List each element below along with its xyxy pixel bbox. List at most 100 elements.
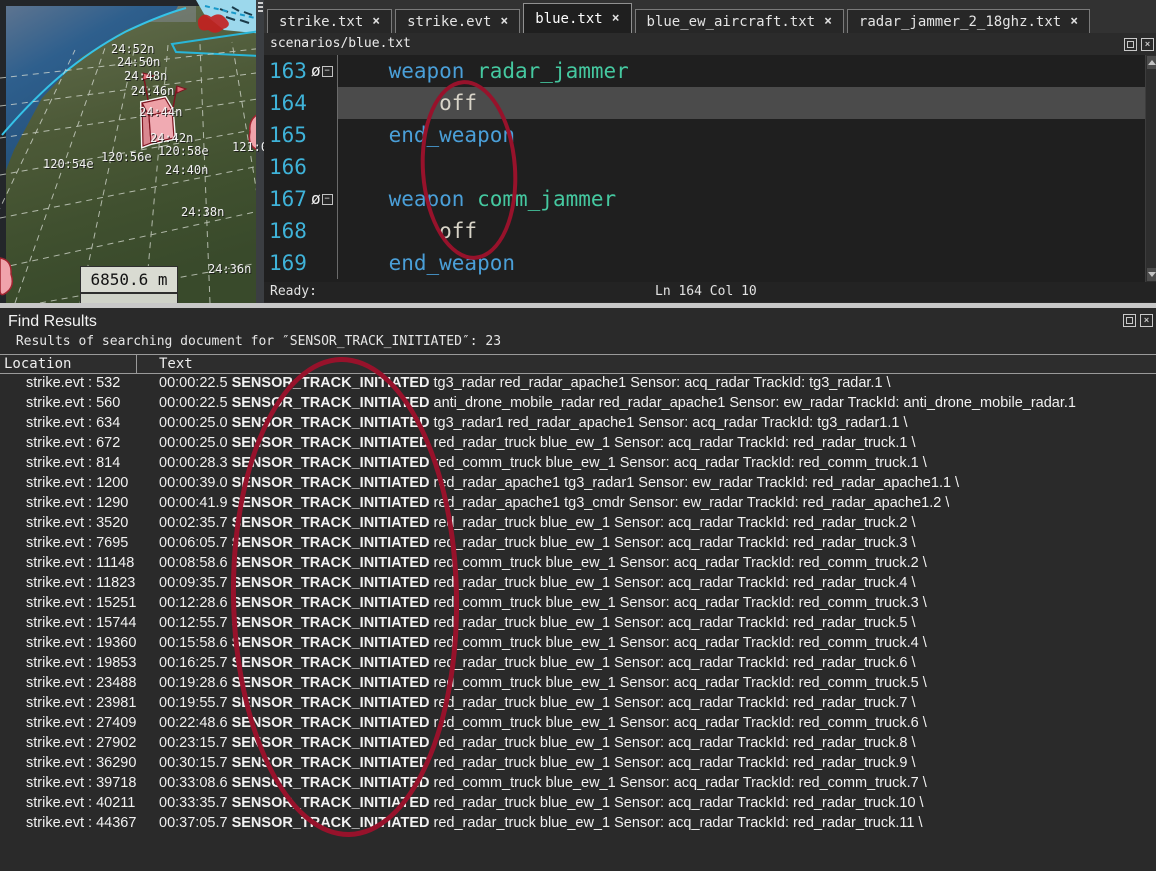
file-path: scenarios/blue.txt (270, 36, 411, 51)
tab-close-icon[interactable]: × (824, 14, 832, 29)
result-row[interactable]: strike.evt : 4021100:33:35.7 SENSOR_TRAC… (0, 795, 1156, 815)
result-text: 00:12:55.7 SENSOR_TRACK_INITIATED red_ra… (138, 615, 916, 635)
tab-strike.txt[interactable]: strike.txt × (267, 9, 392, 33)
tab-close-icon[interactable]: × (500, 14, 508, 29)
result-row[interactable]: strike.evt : 129000:00:41.9 SENSOR_TRACK… (0, 495, 1156, 515)
line-number: 164 (264, 87, 311, 119)
grid-label: 24:38n (181, 205, 224, 219)
column-header-text[interactable]: Text (137, 355, 193, 373)
result-row[interactable]: strike.evt : 352000:02:35.7 SENSOR_TRACK… (0, 515, 1156, 535)
fold-icon[interactable]: − (322, 66, 333, 77)
result-row[interactable]: strike.evt : 56000:00:22.5 SENSOR_TRACK_… (0, 395, 1156, 415)
result-row[interactable]: strike.evt : 3971800:33:08.6 SENSOR_TRAC… (0, 775, 1156, 795)
line-number: 165 (264, 119, 311, 151)
tab-close-icon[interactable]: × (372, 14, 380, 29)
hidden-region-icon[interactable]: ø (311, 191, 321, 207)
result-location: strike.evt : 532 (0, 375, 138, 395)
map-scale-value: 6850.6 m (90, 270, 167, 289)
results-rows: strike.evt : 53200:00:22.5 SENSOR_TRACK_… (0, 375, 1156, 835)
result-row[interactable]: strike.evt : 769500:06:05.7 SENSOR_TRACK… (0, 535, 1156, 555)
result-row[interactable]: strike.evt : 2790200:23:15.7 SENSOR_TRAC… (0, 735, 1156, 755)
result-text: 00:23:15.7 SENSOR_TRACK_INITIATED red_ra… (138, 735, 916, 755)
result-row[interactable]: strike.evt : 2348800:19:28.6 SENSOR_TRAC… (0, 675, 1156, 695)
result-location: strike.evt : 39718 (0, 775, 138, 795)
result-row[interactable]: strike.evt : 1182300:09:35.7 SENSOR_TRAC… (0, 575, 1156, 595)
close-panel-icon[interactable]: × (1141, 38, 1154, 51)
result-text: 00:00:22.5 SENSOR_TRACK_INITIATED anti_d… (138, 395, 1076, 415)
grid-label: 24:52n (111, 42, 154, 56)
line-text: end_weapon (338, 247, 1156, 279)
tab-label: strike.txt (279, 14, 363, 30)
column-header-location[interactable]: Location (0, 355, 137, 373)
status-ready: Ready: (270, 282, 317, 302)
tab-blue_ew_aircraft.txt[interactable]: blue_ew_aircraft.txt × (635, 9, 844, 33)
tab-label: blue_ew_aircraft.txt (647, 14, 816, 30)
result-row[interactable]: strike.evt : 53200:00:22.5 SENSOR_TRACK_… (0, 375, 1156, 395)
editor-scrollbar[interactable] (1145, 55, 1156, 282)
result-row[interactable]: strike.evt : 1574400:12:55.7 SENSOR_TRAC… (0, 615, 1156, 635)
line-number: 168 (264, 215, 311, 247)
code-line-164[interactable]: 164 off (264, 87, 1156, 119)
map-view[interactable]: 24:52n24:50n24:48n24:46n24:44n24:42n24:4… (0, 0, 264, 303)
grid-label: 24:50n (117, 55, 160, 69)
hidden-region-icon[interactable]: ø (311, 63, 321, 79)
line-number: 169 (264, 247, 311, 279)
file-path-bar: scenarios/blue.txt × (264, 33, 1156, 55)
result-row[interactable]: strike.evt : 1114800:08:58.6 SENSOR_TRAC… (0, 555, 1156, 575)
line-text: weapon radar_jammer (338, 55, 1156, 87)
map-scale-indicator: 6850.6 m (80, 266, 178, 293)
result-row[interactable]: strike.evt : 81400:00:28.3 SENSOR_TRACK_… (0, 455, 1156, 475)
result-row[interactable]: strike.evt : 2398100:19:55.7 SENSOR_TRAC… (0, 695, 1156, 715)
line-text: off (338, 87, 1156, 119)
tab-close-icon[interactable]: × (1070, 14, 1078, 29)
result-text: 00:06:05.7 SENSOR_TRACK_INITIATED red_ra… (138, 535, 916, 555)
map-scale-secondary (80, 293, 178, 303)
tab-radar_jammer_2_18ghz.txt[interactable]: radar_jammer_2_18ghz.txt× (847, 9, 1090, 33)
result-text: 00:19:55.7 SENSOR_TRACK_INITIATED red_ra… (138, 695, 916, 715)
result-row[interactable]: strike.evt : 67200:00:25.0 SENSOR_TRACK_… (0, 435, 1156, 455)
code-line-163[interactable]: 163ø− weapon radar_jammer (264, 55, 1156, 87)
line-gutter: 168 (264, 215, 338, 247)
application-window: 24:52n24:50n24:48n24:46n24:44n24:42n24:4… (0, 0, 1156, 871)
result-location: strike.evt : 19360 (0, 635, 138, 655)
code-line-166[interactable]: 166 (264, 151, 1156, 183)
result-row[interactable]: strike.evt : 2740900:22:48.6 SENSOR_TRAC… (0, 715, 1156, 735)
code-line-169[interactable]: 169 end_weapon (264, 247, 1156, 279)
code-area[interactable]: 163ø− weapon radar_jammer164 off165 end_… (264, 55, 1156, 282)
grid-label: 24:48n (124, 69, 167, 83)
result-text: 00:00:28.3 SENSOR_TRACK_INITIATED red_co… (138, 455, 927, 475)
scroll-up-icon[interactable] (1147, 56, 1156, 69)
tab-label: blue.txt (535, 11, 602, 27)
code-line-168[interactable]: 168 off (264, 215, 1156, 247)
result-text: 00:15:58.6 SENSOR_TRACK_INITIATED red_co… (138, 635, 927, 655)
results-header-row[interactable]: Location Text (0, 354, 1156, 374)
code-line-165[interactable]: 165 end_weapon (264, 119, 1156, 151)
result-row[interactable]: strike.evt : 120000:00:39.0 SENSOR_TRACK… (0, 475, 1156, 495)
result-row[interactable]: strike.evt : 4436700:37:05.7 SENSOR_TRAC… (0, 815, 1156, 835)
line-number: 163 (264, 55, 311, 87)
tab-label: strike.evt (407, 14, 491, 30)
result-location: strike.evt : 19853 (0, 655, 138, 675)
line-text: end_weapon (338, 119, 1156, 151)
result-row[interactable]: strike.evt : 1985300:16:25.7 SENSOR_TRAC… (0, 655, 1156, 675)
editor-status-bar: Ready: Ln 164 Col 10 (264, 282, 1156, 302)
float-panel-icon[interactable] (1123, 314, 1136, 327)
result-row[interactable]: strike.evt : 63400:00:25.0 SENSOR_TRACK_… (0, 415, 1156, 435)
grid-label: 121:00 (232, 140, 264, 154)
result-location: strike.evt : 23488 (0, 675, 138, 695)
tab-blue.txt[interactable]: blue.txt × (523, 3, 631, 33)
result-row[interactable]: strike.evt : 3629000:30:15.7 SENSOR_TRAC… (0, 755, 1156, 775)
line-gutter: 163ø− (264, 55, 338, 87)
fold-icon[interactable]: − (322, 194, 333, 205)
grid-label: 24:42n (150, 131, 193, 145)
tab-close-icon[interactable]: × (612, 11, 620, 26)
search-summary: Results of searching document for ″SENSO… (8, 334, 501, 349)
tab-strike.evt[interactable]: strike.evt × (395, 9, 520, 33)
close-panel-icon[interactable]: × (1140, 314, 1153, 327)
result-row[interactable]: strike.evt : 1936000:15:58.6 SENSOR_TRAC… (0, 635, 1156, 655)
result-row[interactable]: strike.evt : 1525100:12:28.6 SENSOR_TRAC… (0, 595, 1156, 615)
result-location: strike.evt : 27902 (0, 735, 138, 755)
scroll-down-icon[interactable] (1147, 268, 1156, 281)
code-line-167[interactable]: 167ø− weapon comm_jammer (264, 183, 1156, 215)
float-panel-icon[interactable] (1124, 38, 1137, 51)
